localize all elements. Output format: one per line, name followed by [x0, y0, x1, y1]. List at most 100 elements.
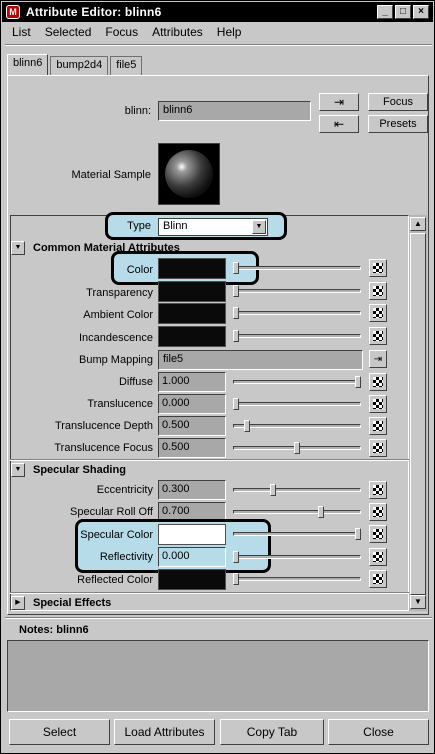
minimize-icon[interactable]: _ [377, 5, 393, 19]
load-attributes-button[interactable]: Load Attributes [114, 719, 215, 745]
section-specular-title: Specular Shading [33, 464, 126, 476]
checker-map-icon [373, 286, 383, 296]
specular-color-swatch[interactable] [158, 524, 226, 545]
color-label: Color [126, 264, 153, 276]
incandescence-slider[interactable] [232, 330, 361, 342]
diffuse-slider[interactable] [233, 376, 362, 388]
window-title: Attribute Editor: blinn6 [26, 5, 162, 19]
rolloff-label: Specular Roll Off [70, 506, 153, 518]
checker-map-icon [373, 308, 383, 318]
eccentricity-field[interactable]: 0.300 [158, 480, 226, 500]
translucence-slider[interactable] [232, 398, 361, 410]
translucence-focus-slider[interactable] [233, 442, 361, 454]
scroll-down-icon[interactable]: ▼ [410, 595, 426, 609]
rolloff-map-button[interactable] [369, 503, 387, 521]
menu-bar: List Selected Focus Attributes Help [2, 22, 433, 42]
reflected-color-slider[interactable] [232, 573, 361, 585]
color-map-button[interactable] [369, 259, 387, 277]
translucence-focus-map-button[interactable] [369, 439, 387, 457]
color-slider[interactable] [232, 262, 361, 274]
type-dropdown[interactable]: Blinn ▼ [158, 218, 268, 236]
checker-map-icon [373, 485, 383, 495]
copy-tab-button[interactable]: Copy Tab [220, 719, 324, 745]
ambient-slider[interactable] [232, 307, 361, 319]
checker-map-icon [373, 443, 383, 453]
bump-field[interactable]: file5 [158, 350, 363, 370]
transparency-slider[interactable] [232, 285, 361, 297]
attribute-editor-window: M Attribute Editor: blinn6 _ □ × List Se… [0, 0, 435, 754]
color-swatch[interactable] [158, 258, 226, 279]
select-button[interactable]: Select [9, 719, 110, 745]
specular-color-label: Specular Color [80, 529, 153, 541]
sphere-swatch [165, 150, 213, 198]
checker-map-icon [373, 507, 383, 517]
bump-map-button[interactable]: ⇥ [369, 350, 387, 368]
expand-down-icon: ▼ [11, 463, 25, 477]
ambient-swatch[interactable] [158, 303, 226, 324]
reflected-color-map-button[interactable] [369, 570, 387, 588]
tab-file5[interactable]: file5 [110, 56, 143, 75]
checker-map-icon [373, 552, 383, 562]
reflectivity-field[interactable]: 0.000 [158, 547, 226, 567]
close-button[interactable]: Close [328, 719, 429, 745]
incandescence-swatch[interactable] [158, 326, 226, 347]
translucence-depth-field[interactable]: 0.500 [158, 416, 226, 436]
section-special-effects[interactable]: ▶ Special Effects [11, 595, 111, 611]
menu-help[interactable]: Help [217, 25, 242, 39]
transparency-map-button[interactable] [369, 282, 387, 300]
reflected-color-swatch[interactable] [158, 569, 226, 590]
transparency-swatch[interactable] [158, 281, 226, 302]
translucence-depth-slider[interactable] [233, 420, 361, 432]
title-bar[interactable]: M Attribute Editor: blinn6 _ □ × [2, 2, 433, 22]
maya-icon[interactable]: M [6, 5, 20, 19]
material-sample-label: Material Sample [71, 169, 151, 181]
menu-separator [5, 44, 432, 46]
specular-color-map-button[interactable] [369, 525, 387, 543]
vertical-scrollbar[interactable]: ▲ ▼ [409, 215, 427, 611]
ambient-map-button[interactable] [369, 304, 387, 322]
menu-attributes[interactable]: Attributes [152, 25, 203, 39]
diffuse-map-button[interactable] [369, 373, 387, 391]
expand-down-icon: ▼ [11, 241, 25, 255]
material-sample-preview [158, 143, 220, 205]
incandescence-map-button[interactable] [369, 327, 387, 345]
reflectivity-slider[interactable] [232, 551, 361, 563]
eccentricity-label: Eccentricity [96, 484, 153, 496]
input-connections-button[interactable]: ⇥ [319, 93, 359, 111]
close-icon[interactable]: × [413, 5, 429, 19]
maximize-icon[interactable]: □ [395, 5, 411, 19]
translucence-focus-field[interactable]: 0.500 [158, 438, 226, 458]
menu-focus[interactable]: Focus [105, 25, 138, 39]
focus-button[interactable]: Focus [368, 93, 428, 111]
eccentricity-map-button[interactable] [369, 481, 387, 499]
type-label: Type [127, 220, 151, 232]
node-name-field[interactable]: blinn6 [158, 101, 311, 121]
tab-blinn6[interactable]: blinn6 [7, 54, 49, 75]
notes-textarea[interactable] [7, 640, 429, 712]
checker-map-icon [373, 331, 383, 341]
eccentricity-slider[interactable] [233, 484, 361, 496]
notes-label: Notes: blinn6 [19, 624, 89, 636]
specular-color-slider[interactable] [233, 528, 362, 540]
menu-list[interactable]: List [12, 25, 31, 39]
presets-button[interactable]: Presets [368, 115, 428, 133]
translucence-focus-label: Translucence Focus [54, 442, 153, 454]
menu-selected[interactable]: Selected [45, 25, 92, 39]
bump-label: Bump Mapping [79, 354, 153, 366]
translucence-depth-map-button[interactable] [369, 417, 387, 435]
output-connections-button[interactable]: ⇤ [319, 115, 359, 133]
section-divider [10, 592, 409, 594]
translucence-field[interactable]: 0.000 [158, 394, 226, 414]
reflectivity-map-button[interactable] [369, 548, 387, 566]
scroll-thumb[interactable] [410, 233, 426, 595]
incandescence-label: Incandescence [79, 332, 153, 344]
ambient-label: Ambient Color [83, 309, 153, 321]
diffuse-field[interactable]: 1.000 [158, 372, 226, 392]
scroll-up-icon[interactable]: ▲ [410, 217, 426, 231]
section-specular[interactable]: ▼ Specular Shading [11, 462, 126, 478]
rolloff-slider[interactable] [233, 506, 361, 518]
translucence-map-button[interactable] [369, 395, 387, 413]
tab-bump2d4[interactable]: bump2d4 [50, 56, 109, 75]
chevron-down-icon: ▼ [252, 220, 266, 234]
reflectivity-label: Reflectivity [99, 551, 153, 563]
